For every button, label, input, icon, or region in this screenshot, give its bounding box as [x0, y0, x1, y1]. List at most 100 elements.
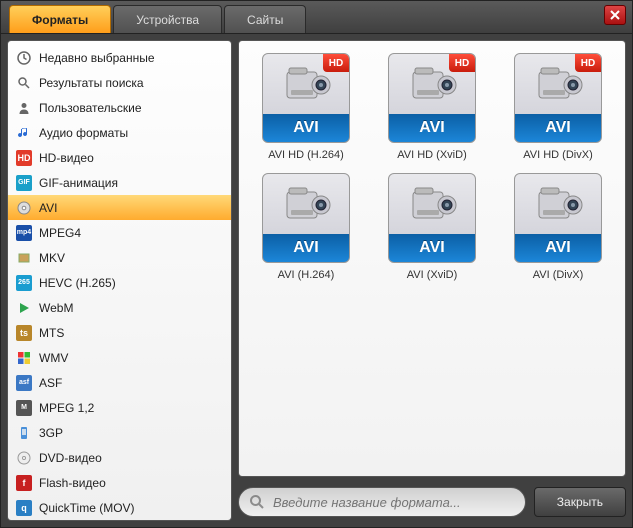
- preset-item[interactable]: AVI HD AVI HD (H.264): [251, 53, 361, 161]
- preset-thumbnail: AVI: [388, 173, 476, 263]
- sidebar-item-label: 3GP: [39, 426, 63, 440]
- sidebar-item-1[interactable]: Результаты поиска: [8, 70, 231, 95]
- asf-icon: asf: [16, 375, 32, 391]
- preset-item[interactable]: AVI HD AVI HD (DivX): [503, 53, 613, 161]
- preset-item[interactable]: AVI AVI (XviD): [377, 173, 487, 281]
- preset-thumbnail: AVI HD: [388, 53, 476, 143]
- 265-icon: 265: [16, 275, 32, 291]
- sidebar-item-4[interactable]: HD HD-видео: [8, 145, 231, 170]
- flag-icon: [16, 350, 32, 366]
- sidebar-item-18[interactable]: qQuickTime (MOV): [8, 495, 231, 520]
- window-close-button[interactable]: [604, 5, 626, 25]
- camcorder-icon: [263, 174, 349, 234]
- preset-name: AVI (DivX): [533, 269, 584, 281]
- titlebar: ФорматыУстройстваСайты: [1, 1, 632, 33]
- tab-1[interactable]: Устройства: [113, 5, 222, 33]
- hd-badge: HD: [449, 54, 475, 72]
- preset-grid-container: AVIHDAVI HD (H.264)AVIHDAVI HD (XviD)AVI…: [238, 40, 626, 477]
- sidebar-item-label: QuickTime (MOV): [39, 501, 135, 515]
- sidebar-item-label: MTS: [39, 326, 64, 340]
- preset-format-label: AVI: [515, 114, 601, 142]
- sidebar-item-7[interactable]: mp4 MPEG4: [8, 220, 231, 245]
- preset-grid: AVIHDAVI HD (H.264)AVIHDAVI HD (XviD)AVI…: [245, 53, 619, 281]
- preset-thumbnail: AVI HD: [262, 53, 350, 143]
- phone-icon: [16, 425, 32, 441]
- sidebar-item-14[interactable]: MMPEG 1,2: [8, 395, 231, 420]
- preset-thumbnail: AVI: [514, 173, 602, 263]
- sidebar-item-13[interactable]: asf ASF: [8, 370, 231, 395]
- sidebar-item-label: Flash-видео: [39, 476, 106, 490]
- preset-thumbnail: AVI: [262, 173, 350, 263]
- sidebar-item-label: AVI: [39, 201, 57, 215]
- user-icon: [16, 100, 32, 116]
- sidebar-item-label: MPEG4: [39, 226, 81, 240]
- preset-format-label: AVI: [263, 114, 349, 142]
- main-panel: AVIHDAVI HD (H.264)AVIHDAVI HD (XviD)AVI…: [238, 40, 626, 521]
- sidebar-item-label: DVD-видео: [39, 451, 102, 465]
- search-input[interactable]: [273, 495, 515, 510]
- sidebar-item-label: Результаты поиска: [39, 76, 144, 90]
- sidebar-item-17[interactable]: f Flash-видео: [8, 470, 231, 495]
- sidebar-item-15[interactable]: 3GP: [8, 420, 231, 445]
- f-icon: f: [16, 475, 32, 491]
- camcorder-icon: [389, 174, 475, 234]
- sidebar-item-label: HD-видео: [39, 151, 94, 165]
- preset-format-label: AVI: [389, 234, 475, 262]
- ts-icon: ts: [16, 325, 32, 341]
- preset-name: AVI HD (DivX): [523, 149, 592, 161]
- preset-item[interactable]: AVI AVI (H.264): [251, 173, 361, 281]
- dvd-icon: [16, 450, 32, 466]
- category-sidebar: Недавно выбранные Результаты поиска Пользо…: [7, 40, 232, 521]
- play-icon: [16, 300, 32, 316]
- HD-icon: HD: [16, 150, 32, 166]
- sidebar-item-10[interactable]: WebM: [8, 295, 231, 320]
- close-button[interactable]: Закрыть: [534, 487, 626, 517]
- sidebar-item-label: Аудио форматы: [39, 126, 128, 140]
- box-icon: [16, 250, 32, 266]
- preset-name: AVI (H.264): [278, 269, 335, 281]
- camcorder-icon: [515, 174, 601, 234]
- sidebar-item-6[interactable]: AVI: [8, 195, 231, 220]
- hd-badge: HD: [575, 54, 601, 72]
- sidebar-item-2[interactable]: Пользовательские: [8, 95, 231, 120]
- preset-name: AVI HD (XviD): [397, 149, 466, 161]
- hd-badge: HD: [323, 54, 349, 72]
- preset-item[interactable]: AVI HD AVI HD (XviD): [377, 53, 487, 161]
- sidebar-item-16[interactable]: DVD-видео: [8, 445, 231, 470]
- close-icon: [610, 10, 620, 20]
- search-icon: [249, 494, 265, 510]
- sidebar-item-12[interactable]: WMV: [8, 345, 231, 370]
- sidebar-item-label: Пользовательские: [39, 101, 142, 115]
- disc-icon: [16, 200, 32, 216]
- sidebar-item-label: GIF-анимация: [39, 176, 118, 190]
- preset-name: AVI (XviD): [407, 269, 458, 281]
- sidebar-item-5[interactable]: GIF GIF-анимация: [8, 170, 231, 195]
- preset-format-label: AVI: [263, 234, 349, 262]
- sidebar-item-8[interactable]: MKV: [8, 245, 231, 270]
- preset-format-label: AVI: [389, 114, 475, 142]
- sidebar-item-11[interactable]: ts MTS: [8, 320, 231, 345]
- format-chooser-window: ФорматыУстройстваСайты Недавно выбранные…: [0, 0, 633, 528]
- preset-name: AVI HD (H.264): [268, 149, 344, 161]
- preset-format-label: AVI: [515, 234, 601, 262]
- sidebar-item-label: WebM: [39, 301, 73, 315]
- sidebar-item-label: ASF: [39, 376, 62, 390]
- note-icon: [16, 125, 32, 141]
- search-icon: [16, 75, 32, 91]
- sidebar-item-3[interactable]: Аудио форматы: [8, 120, 231, 145]
- search-box[interactable]: [238, 487, 526, 517]
- sidebar-item-0[interactable]: Недавно выбранные: [8, 45, 231, 70]
- tab-2[interactable]: Сайты: [224, 5, 306, 33]
- sidebar-item-label: HEVC (H.265): [39, 276, 116, 290]
- sidebar-item-9[interactable]: 265 HEVC (H.265): [8, 270, 231, 295]
- sidebar-item-label: WMV: [39, 351, 68, 365]
- preset-thumbnail: AVI HD: [514, 53, 602, 143]
- GIF-icon: GIF: [16, 175, 32, 191]
- sidebar-item-label: Недавно выбранные: [39, 51, 155, 65]
- mpeg-icon: M: [16, 400, 32, 416]
- clock-icon: [16, 50, 32, 66]
- preset-item[interactable]: AVI AVI (DivX): [503, 173, 613, 281]
- tab-0[interactable]: Форматы: [9, 5, 111, 33]
- footer: Закрыть: [238, 483, 626, 521]
- mp4-icon: mp4: [16, 225, 32, 241]
